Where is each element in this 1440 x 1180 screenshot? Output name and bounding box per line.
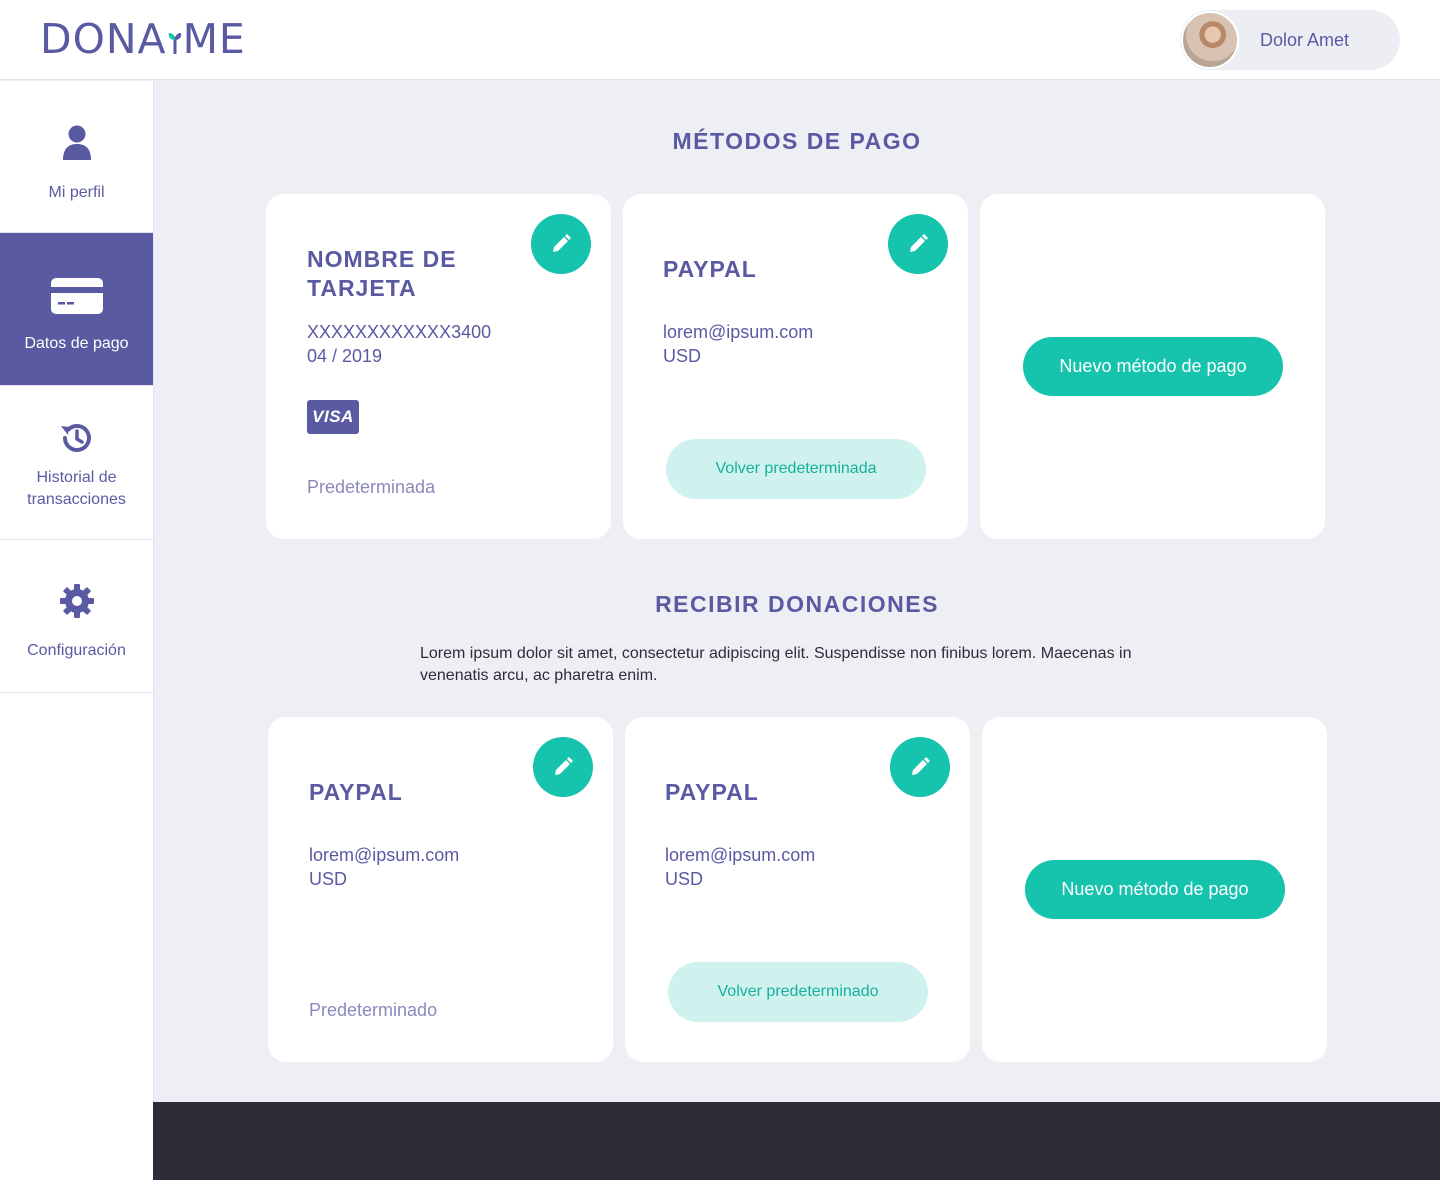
sidebar-item-profile[interactable]: Mi perfil <box>0 81 153 233</box>
user-menu[interactable]: Dolor Amet <box>1180 10 1400 70</box>
pencil-icon <box>553 234 571 252</box>
payment-card-paypal: PAYPAL lorem@ipsum.com USD Volver predet… <box>623 194 968 539</box>
payment-methods-title: MÉTODOS DE PAGO <box>672 128 922 154</box>
receive-card-paypal: PAYPAL lorem@ipsum.com USD Volver predet… <box>625 717 970 1062</box>
card-title: PAYPAL <box>663 256 757 282</box>
gear-icon <box>59 584 94 618</box>
pencil-icon <box>910 234 928 252</box>
logo-text-left: DONA <box>40 15 167 63</box>
user-icon <box>62 125 91 160</box>
new-payment-method-button[interactable]: Nuevo método de pago <box>1023 337 1283 396</box>
set-default-button[interactable]: Volver predeterminado <box>668 962 928 1022</box>
brand-logo[interactable]: DONA ME <box>40 16 246 62</box>
card-currency: USD <box>665 869 704 889</box>
sidebar-item-label: Configuración <box>27 642 126 659</box>
card-email: lorem@ipsum.com <box>665 845 816 865</box>
avatar[interactable] <box>1181 11 1239 69</box>
card-expiry: 04 / 2019 <box>307 346 383 366</box>
user-name: Dolor Amet <box>1260 29 1350 50</box>
receive-card-paypal-default: PAYPAL lorem@ipsum.com USD Predeterminad… <box>268 717 613 1062</box>
top-header: DONA ME Dolor Amet <box>0 0 1440 80</box>
card-title: PAYPAL <box>309 779 403 805</box>
default-label: Predeterminada <box>307 477 436 497</box>
edit-button[interactable] <box>890 737 950 797</box>
sidebar-item-label: Datos de pago <box>24 335 129 352</box>
payment-card-visa: NOMBRE DE TARJETA XXXXXXXXXXXX3400 04 / … <box>266 194 611 539</box>
default-label: Predeterminado <box>309 1000 438 1020</box>
pencil-icon <box>555 757 573 775</box>
history-icon <box>60 424 91 452</box>
new-payment-method-button[interactable]: Nuevo método de pago <box>1025 860 1285 919</box>
receive-description: Lorem ipsum dolor sit amet, consectetur … <box>420 645 1132 684</box>
sidebar-item-settings[interactable]: Configuración <box>0 540 153 693</box>
card-title: NOMBRE DE TARJETA <box>307 246 457 301</box>
edit-button[interactable] <box>533 737 593 797</box>
card-number: XXXXXXXXXXXX3400 <box>307 322 492 342</box>
sprout-icon <box>168 24 182 55</box>
sidebar: Mi perfil Datos de pago Historial de tra… <box>0 81 154 1180</box>
footer <box>153 1102 1440 1180</box>
new-payment-card: Nuevo método de pago <box>980 194 1325 539</box>
credit-card-icon <box>50 278 103 314</box>
edit-button[interactable] <box>888 214 948 274</box>
receive-donations-title: RECIBIR DONACIONES <box>655 591 939 617</box>
card-currency: USD <box>309 869 348 889</box>
logo-text-right: ME <box>182 15 246 63</box>
card-email: lorem@ipsum.com <box>309 845 460 865</box>
card-email: lorem@ipsum.com <box>663 322 814 342</box>
set-default-button[interactable]: Volver predeterminada <box>666 439 926 499</box>
sidebar-item-label: Mi perfil <box>48 184 105 201</box>
sidebar-item-history[interactable]: Historial de transacciones <box>0 386 153 540</box>
card-currency: USD <box>663 346 702 366</box>
sidebar-item-label: Historial de transacciones <box>27 469 126 508</box>
visa-icon: VISA <box>307 400 359 434</box>
edit-button[interactable] <box>531 214 591 274</box>
card-title: PAYPAL <box>665 779 759 805</box>
sidebar-item-payment[interactable]: Datos de pago <box>0 233 153 386</box>
new-receive-card: Nuevo método de pago <box>982 717 1327 1062</box>
pencil-icon <box>912 757 930 775</box>
